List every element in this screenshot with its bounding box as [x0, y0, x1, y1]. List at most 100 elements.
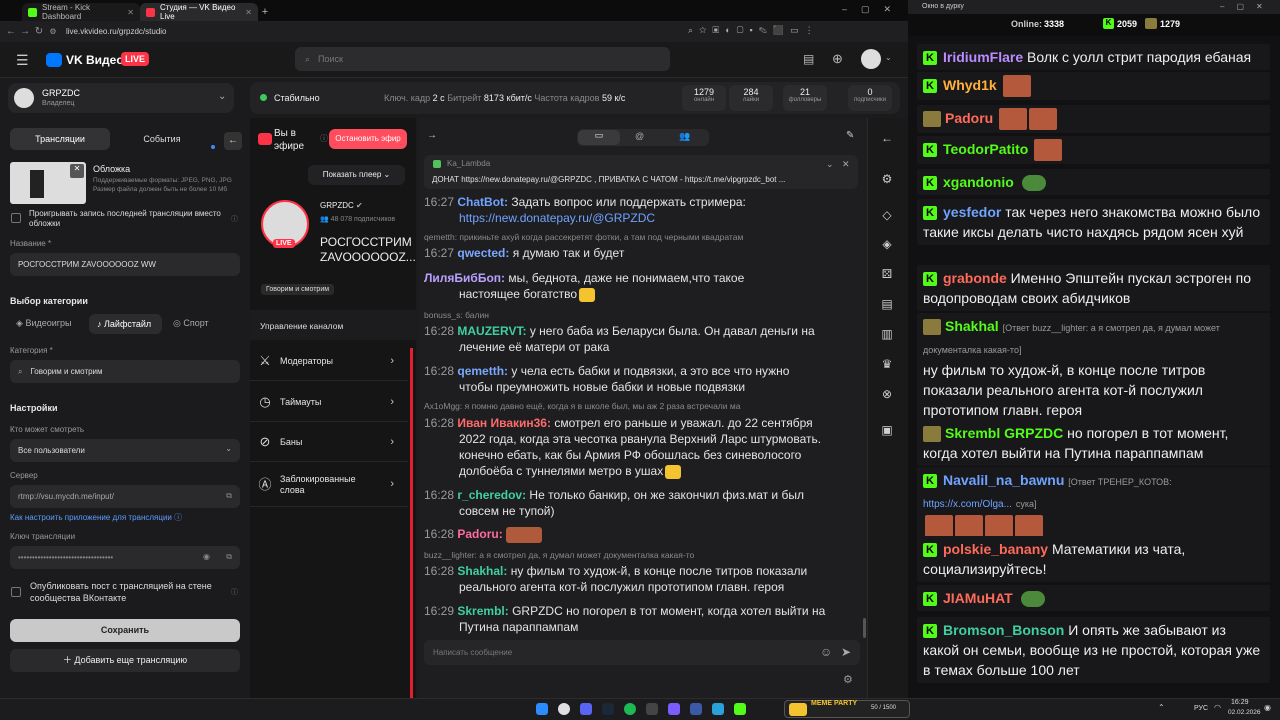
popup-username[interactable]: IridiumFlare — [943, 49, 1023, 65]
server-input[interactable]: rtmp://vsu.mycdn.me/input/ ⧉ — [10, 485, 240, 508]
popup-username[interactable]: yesfedor — [943, 204, 1001, 220]
language-indicator[interactable]: РУС — [1194, 705, 1208, 712]
chevron-down-icon[interactable]: ⌄ — [885, 53, 892, 62]
browser-tab-kick[interactable]: Stream - Kick Dashboard ✕ — [22, 3, 140, 21]
howto-link[interactable]: Как настроить приложение для трансляции … — [10, 512, 182, 523]
gear-icon[interactable]: ⚙ — [879, 171, 895, 187]
chat-username[interactable]: Shakhal: — [457, 564, 507, 578]
tray-arrow-icon[interactable]: ⌃ — [1158, 703, 1165, 712]
add-icon[interactable]: ⊕ — [832, 51, 843, 67]
mentions-tab-icon[interactable]: @ — [635, 131, 644, 141]
category-tab-lifestyle[interactable]: ♪ Лайфстайл — [89, 314, 162, 334]
close-icon[interactable]: ✕ — [842, 159, 850, 170]
wifi-icon[interactable]: ◠ — [1214, 703, 1221, 712]
spotify-icon[interactable] — [624, 703, 636, 715]
popup-username[interactable]: Bromson_Bonson — [943, 622, 1064, 638]
collapse-rail-icon[interactable]: ← — [879, 130, 895, 146]
tab-broadcasts[interactable]: Трансляции — [10, 128, 110, 150]
chat-username[interactable]: Padoru: — [457, 527, 502, 541]
window-controls[interactable]: –▢✕ — [842, 4, 905, 15]
popup-username[interactable]: JIAMuHAT — [943, 590, 1013, 606]
kick-app-icon[interactable] — [734, 703, 746, 715]
title-input[interactable]: РОСГОССТРИМ ZAVOOOOOOZ WW — [10, 253, 240, 276]
popup-username[interactable]: grabonde — [943, 270, 1007, 286]
popup-username[interactable]: Shakhal — [945, 318, 999, 334]
browser-toolbar-icons[interactable]: ⌕☆▣◐▢▪✎⬛▭⋮ — [688, 25, 820, 36]
publish-checkbox[interactable] — [11, 587, 21, 597]
chrome-icon[interactable] — [558, 703, 570, 715]
menu-icon[interactable]: ☰ — [16, 52, 29, 69]
telegram-icon[interactable] — [712, 703, 724, 715]
popup-username[interactable]: Navalil_na_bawnu — [943, 472, 1064, 488]
who-can-watch-select[interactable]: Все пользователи ⌄ — [10, 439, 240, 462]
trophy-icon[interactable]: ♛ — [879, 356, 895, 372]
chat-username[interactable]: qwected: — [457, 246, 509, 260]
vk-logo-icon[interactable] — [46, 53, 62, 67]
chat-scrollbar[interactable] — [863, 618, 866, 638]
info-icon[interactable]: ⓘ — [320, 133, 328, 144]
media-player-icon[interactable] — [690, 703, 702, 715]
popup-username[interactable]: Whyd1k — [943, 77, 997, 93]
category-input[interactable]: ⌕ Говорим и смотрим — [10, 360, 240, 383]
close-tab-icon[interactable]: ✕ — [245, 8, 252, 17]
popup-username[interactable]: xgandonio — [943, 174, 1014, 190]
reload-icon[interactable]: ↻ — [32, 26, 46, 37]
forward-icon[interactable]: → — [18, 26, 32, 37]
meme-party-widget[interactable]: MEME PARTY 50 / 1500 — [784, 700, 910, 718]
new-tab-button[interactable]: + — [258, 3, 272, 21]
site-info-icon[interactable]: ⚙ — [46, 27, 60, 36]
collapse-icon[interactable]: ⌄ — [826, 159, 834, 170]
stop-stream-button[interactable]: Остановить эфир — [329, 129, 407, 149]
steam-icon[interactable] — [602, 703, 614, 715]
chart-icon[interactable]: ▥ — [879, 326, 895, 342]
chat-username[interactable]: Skrembl: — [457, 604, 508, 618]
pin-icon[interactable]: ✎ — [846, 130, 854, 141]
cover-thumbnail[interactable]: ✕ — [10, 162, 86, 204]
list-icon[interactable]: ▤ — [879, 296, 895, 312]
popup-username[interactable]: Padoru — [945, 110, 993, 126]
dice-icon[interactable]: ⚄ — [879, 266, 895, 282]
channel-selector[interactable]: GRPZDC Владелец ⌄ — [8, 83, 234, 113]
clock-time[interactable]: 16:29 — [1231, 699, 1249, 706]
popup-username[interactable]: TeodorPatito — [943, 141, 1028, 157]
chat-username[interactable]: ChatBot: — [457, 195, 508, 209]
chat-username[interactable]: ЛиляБибБоп: — [424, 271, 505, 285]
diamond-icon[interactable]: ◇ — [879, 207, 895, 223]
windows-start-icon[interactable] — [536, 703, 548, 715]
clip-icon[interactable]: ▣ — [879, 422, 895, 438]
save-button[interactable]: Сохранить — [10, 619, 240, 642]
chat-username[interactable]: Иван Ивакин36: — [457, 416, 551, 430]
eye-icon[interactable]: ◉ — [203, 552, 210, 561]
show-player-button[interactable]: Показать плеер ⌄ — [308, 165, 405, 185]
chat-username[interactable]: MAUZERVT: — [457, 324, 526, 338]
copy-icon[interactable]: ⧉ — [226, 491, 232, 501]
chat-settings-gear-icon[interactable]: ⚙ — [843, 673, 853, 686]
chat-tab-icon[interactable]: ▭ — [578, 130, 620, 145]
notification-icon[interactable]: ◉ — [1264, 703, 1271, 712]
info-icon[interactable]: ⓘ — [231, 214, 238, 224]
chat-username[interactable]: r_cheredov: — [457, 488, 526, 502]
tab-events[interactable]: События — [112, 128, 212, 150]
clock-date[interactable]: 02.02.2026 — [1228, 709, 1261, 716]
game-icon[interactable]: ⊗ — [879, 386, 895, 402]
app-icon[interactable] — [668, 703, 680, 715]
close-tab-icon[interactable]: ✕ — [127, 8, 134, 17]
chat-input[interactable]: Написать сообщение ☺ ➤ — [424, 640, 860, 665]
replay-checkbox[interactable] — [11, 213, 21, 223]
send-icon[interactable]: ➤ — [841, 645, 851, 659]
search-input[interactable]: ⌕ Поиск — [295, 47, 670, 71]
category-tab-sport[interactable]: ◎ Спорт — [173, 318, 209, 329]
popup-link[interactable]: https://x.com/Olga... — [923, 499, 1012, 510]
back-icon[interactable]: ← — [4, 26, 18, 37]
remove-cover-icon[interactable]: ✕ — [70, 164, 84, 178]
menu-bans[interactable]: ⊘ Баны › — [250, 422, 408, 462]
url-field[interactable]: live.vkvideo.ru/grpzdc/studio — [66, 27, 167, 36]
category-tag[interactable]: Говорим и смотрим — [261, 284, 335, 295]
chat-username[interactable]: qemetth: — [457, 364, 508, 378]
popup-username[interactable]: polskie_banany — [943, 541, 1048, 557]
avatar[interactable] — [861, 49, 881, 69]
category-tab-games[interactable]: ◈ Видеоигры — [16, 318, 72, 329]
browser-tab-vk[interactable]: Студия — VK Видео Live ✕ — [140, 3, 258, 21]
stream-key-input[interactable]: •••••••••••••••••••••••••••••••••• ◉ ⧉ — [10, 546, 240, 569]
emoji-icon[interactable]: ☺ — [820, 645, 832, 659]
